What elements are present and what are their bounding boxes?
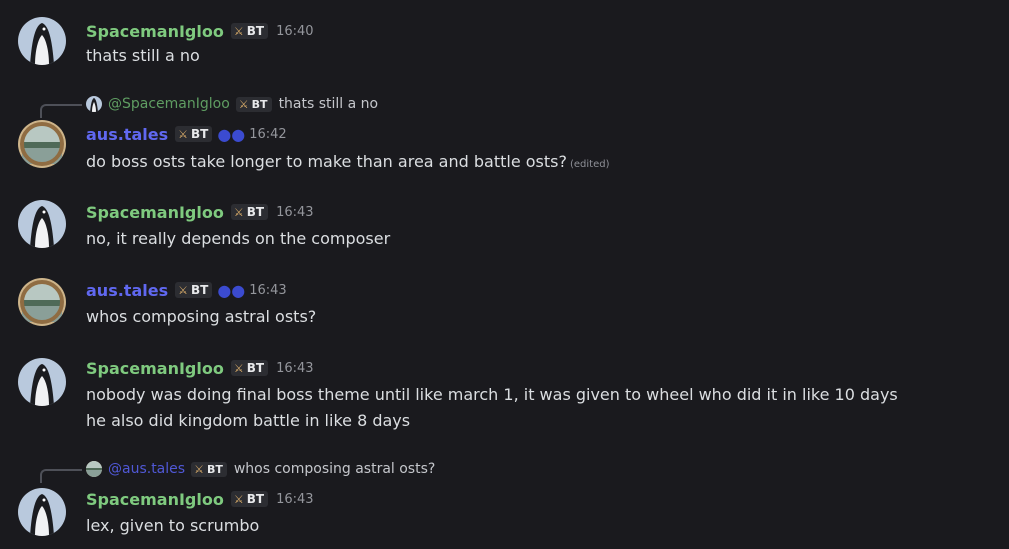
message-header: SpacemanIgloo ⚔ BT 16:40 (86, 20, 314, 42)
message-header: SpacemanIgloo ⚔ BT 16:43 (86, 201, 314, 223)
timestamp[interactable]: 16:43 (276, 205, 313, 220)
reply-preview[interactable]: @SpacemanIgloo ⚔ BT thats still a no (86, 94, 378, 114)
avatar-landscape[interactable] (18, 120, 66, 168)
reply-text[interactable]: thats still a no (279, 96, 379, 112)
crossed-swords-icon: ⚔ (233, 205, 244, 219)
username[interactable]: SpacemanIgloo (86, 22, 224, 41)
edited-label: (edited) (569, 159, 610, 170)
timestamp[interactable]: 16:40 (276, 24, 313, 39)
message-text: lex, given to scrumbo (86, 516, 260, 535)
message-text: he also did kingdom battle in like 8 day… (86, 411, 411, 430)
message-text: whos composing astral osts? (86, 307, 317, 326)
crossed-swords-icon: ⚔ (233, 361, 244, 375)
reply-preview[interactable]: @aus.tales ⚔ BT whos composing astral ost… (86, 459, 435, 479)
server-tag[interactable]: ⚔ BT (230, 360, 269, 376)
server-tag[interactable]: ⚔ BT (175, 282, 213, 298)
reply-connector (40, 469, 82, 483)
grapes-icon[interactable]: ●● (217, 281, 245, 300)
timestamp[interactable]: 16:43 (276, 492, 313, 507)
avatar-penguin[interactable] (18, 358, 66, 406)
crossed-swords-icon: ⚔ (178, 283, 188, 297)
timestamp[interactable]: 16:43 (249, 283, 286, 298)
username[interactable]: aus.tales (86, 125, 168, 144)
server-tag[interactable]: ⚔ BT (230, 23, 269, 39)
crossed-swords-icon: ⚔ (178, 127, 188, 141)
message-header: SpacemanIgloo ⚔ BT 16:43 (86, 357, 314, 379)
message-header: aus.tales ⚔ BT ●● 16:43 (86, 279, 287, 301)
username[interactable]: SpacemanIgloo (86, 490, 224, 509)
avatar-landscape[interactable] (18, 278, 66, 326)
reply-avatar-landscape[interactable] (86, 461, 102, 477)
username[interactable]: SpacemanIgloo (86, 359, 224, 378)
message-text: no, it really depends on the composer (86, 229, 391, 248)
username[interactable]: aus.tales (86, 281, 168, 300)
message-text: do boss osts take longer to make than ar… (86, 152, 610, 171)
message-text: thats still a no (86, 46, 200, 65)
username[interactable]: SpacemanIgloo (86, 203, 224, 222)
crossed-swords-icon: ⚔ (238, 97, 249, 111)
server-tag[interactable]: ⚔ BT (230, 204, 269, 220)
server-tag[interactable]: ⚔ BT (191, 461, 227, 477)
server-tag[interactable]: ⚔ BT (175, 126, 213, 142)
avatar-penguin[interactable] (18, 200, 66, 248)
grapes-icon[interactable]: ●● (217, 125, 245, 144)
server-tag[interactable]: ⚔ BT (230, 491, 269, 507)
message-header: SpacemanIgloo ⚔ BT 16:43 (86, 488, 314, 510)
reply-avatar-penguin[interactable] (86, 96, 102, 112)
reply-text[interactable]: whos composing astral osts? (234, 461, 436, 477)
message-header: aus.tales ⚔ BT ●● 16:42 (86, 123, 287, 145)
crossed-swords-icon: ⚔ (194, 462, 204, 476)
timestamp[interactable]: 16:43 (276, 361, 313, 376)
server-tag[interactable]: ⚔ BT (235, 96, 272, 112)
reply-username[interactable]: @aus.tales (108, 461, 185, 477)
avatar-penguin[interactable] (18, 17, 66, 65)
timestamp[interactable]: 16:42 (249, 127, 286, 142)
chat-messages: SpacemanIgloo ⚔ BT 16:40 thats still a no… (0, 0, 1009, 549)
reply-connector (40, 104, 82, 118)
avatar-penguin[interactable] (18, 488, 66, 536)
reply-username[interactable]: @SpacemanIgloo (108, 96, 230, 112)
crossed-swords-icon: ⚔ (233, 24, 244, 38)
message-text: nobody was doing final boss theme until … (86, 385, 898, 404)
crossed-swords-icon: ⚔ (233, 492, 244, 506)
